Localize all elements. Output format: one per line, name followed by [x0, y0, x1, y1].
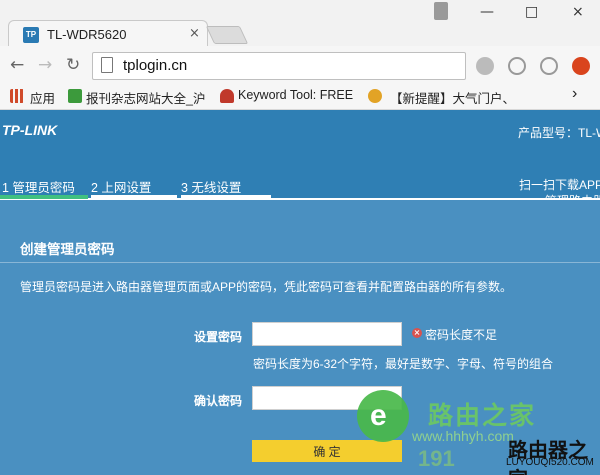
watermark-number: 191	[418, 446, 455, 471]
panel-title: 创建管理员密码	[20, 242, 115, 257]
forward-button[interactable]: →	[38, 55, 52, 75]
back-button[interactable]: ←	[10, 55, 24, 75]
password-error-text: 密码长度不足	[425, 328, 498, 342]
minimize-button[interactable]: —	[480, 4, 494, 20]
page-info-icon[interactable]	[101, 57, 113, 73]
bookmark-reminder[interactable]: 【新提醒】大气门户、	[390, 88, 515, 107]
extension-upload-icon[interactable]	[572, 57, 590, 75]
error-icon: ×	[412, 328, 422, 338]
watermark-brand: 路由器之家	[508, 440, 588, 475]
close-window-button[interactable]: ×	[572, 4, 584, 20]
bookmark-apps[interactable]: 应用	[30, 88, 55, 107]
step-progress-active	[0, 195, 88, 199]
address-bar[interactable]: tplogin.cn	[92, 52, 466, 80]
bookmarks-bar: 应用 报刊杂志网站大全_沪 Keyword Tool: FREE 【新提醒】大气…	[0, 84, 600, 110]
password-hint: 密码长度为6-32个字符，最好是数字、字母、符号的组合	[253, 357, 554, 371]
router-header: TP-LINK 产品型号：TL-W 1 管理员密码 2 上网设置 3 无线设置 …	[0, 110, 600, 208]
extension-icon[interactable]	[508, 57, 526, 75]
bookmark-trophy-icon	[368, 89, 382, 103]
tab-title: TL-WDR5620	[47, 27, 127, 42]
step-wireless-settings[interactable]: 3 无线设置	[181, 177, 241, 196]
divider	[0, 262, 600, 263]
confirm-button[interactable]: 确 定	[252, 440, 402, 462]
confirm-password-label: 确认密码	[194, 394, 243, 408]
bookmarks-overflow-icon[interactable]: ›	[572, 85, 577, 103]
tplink-favicon-icon: TP	[23, 27, 39, 43]
panel-description: 管理员密码是进入路由器管理页面或APP的密码，凭此密码可查看并配置路由器的所有参…	[20, 280, 513, 294]
browser-tab[interactable]: TP TL-WDR5620 ×	[8, 20, 208, 48]
bookmark-favicon-icon	[68, 89, 82, 103]
apps-grid-icon	[10, 89, 24, 103]
new-tab-button[interactable]	[205, 26, 249, 44]
step-progress	[181, 195, 271, 199]
bookmark-newspapers[interactable]: 报刊杂志网站大全_沪	[86, 88, 205, 107]
step-admin-password[interactable]: 1 管理员密码	[2, 177, 75, 196]
step-progress	[91, 195, 177, 199]
extension-hand-icon[interactable]	[476, 57, 494, 75]
address-text[interactable]: tplogin.cn	[123, 57, 187, 74]
tplink-logo: TP-LINK	[2, 122, 58, 138]
watermark-glyph: e	[370, 399, 387, 432]
product-model: 产品型号：TL-W	[518, 126, 600, 140]
bookmark-flame-icon	[220, 89, 234, 103]
set-password-label: 设置密码	[194, 330, 243, 344]
maximize-button[interactable]: □	[525, 4, 538, 20]
user-profile-icon[interactable]	[434, 2, 448, 20]
extension-icon[interactable]	[540, 57, 558, 75]
tab-close-icon[interactable]: ×	[189, 26, 200, 41]
set-password-input[interactable]	[252, 322, 402, 346]
watermark-brand-url: LUYOUQI520.COM	[506, 457, 594, 468]
watermark-url: www.hhhyh.com	[412, 428, 514, 444]
step-internet-settings[interactable]: 2 上网设置	[91, 177, 151, 196]
reload-button[interactable]: ↻	[66, 55, 80, 75]
bookmark-keyword-tool[interactable]: Keyword Tool: FREE	[238, 88, 353, 102]
qr-download-text: 扫一扫下载APP	[519, 178, 600, 192]
browser-titlebar: TP TL-WDR5620 × — □ ×	[0, 0, 600, 48]
watermark-name: 路由之家	[428, 402, 537, 430]
